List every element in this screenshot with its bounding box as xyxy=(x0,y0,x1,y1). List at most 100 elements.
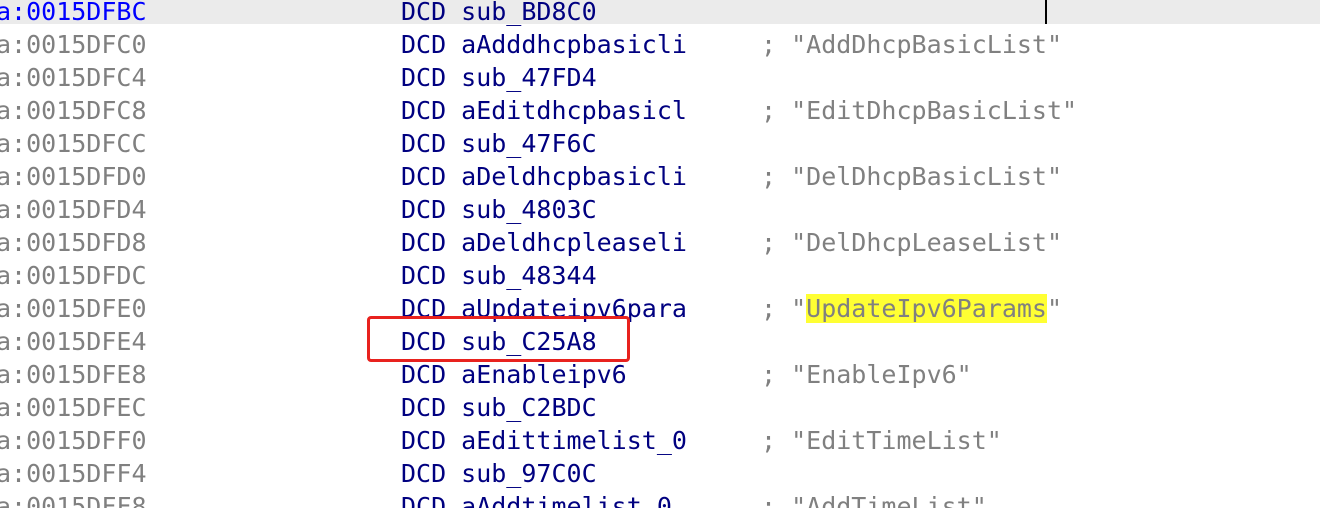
row-comment: ; "AddDhcpBasicList" xyxy=(761,28,1062,61)
row-mnemonic[interactable]: DCD xyxy=(401,459,446,488)
row-address[interactable]: a:0015DFD8 xyxy=(0,226,147,259)
row-instruction: DCD aDeldhcpleaseli xyxy=(401,226,687,259)
row-operand[interactable]: sub_47F6C xyxy=(461,129,596,158)
comment-text: ; "DelDhcpBasicList" xyxy=(761,162,1063,191)
listing-row[interactable]: a:0015DFE8 DCD aEnableipv6 ; "EnableIpv6" xyxy=(0,358,1320,391)
row-operand[interactable]: aEditdhcpbasicl xyxy=(461,96,687,125)
row-address[interactable]: a:0015DFEC xyxy=(0,391,147,424)
row-address[interactable]: a:0015DFC0 xyxy=(0,28,147,61)
row-instruction: DCD sub_47F6C xyxy=(401,127,597,160)
row-operand[interactable]: sub_97C0C xyxy=(461,459,596,488)
listing-row[interactable]: a:0015DFC8 DCD aEditdhcpbasicl ; "EditDhcpB… xyxy=(0,94,1320,127)
comment-text: ; "EditDhcpBasicList" xyxy=(761,96,1078,125)
row-mnemonic[interactable]: DCD xyxy=(401,492,446,508)
row-mnemonic[interactable]: DCD xyxy=(401,195,446,224)
row-operand[interactable]: aUpdateipv6para xyxy=(461,294,687,323)
listing-row[interactable]: a:0015DFEC DCD sub_C2BDC xyxy=(0,391,1320,424)
row-instruction: DCD sub_48344 xyxy=(401,259,597,292)
row-instruction: DCD sub_4803C xyxy=(401,193,597,226)
listing-row[interactable]: a:0015DFC0 DCD aAdddhcpbasicli ; "AddDhcpBa… xyxy=(0,28,1320,61)
row-instruction: DCD aDeldhcpbasicli xyxy=(401,160,687,193)
row-comment: ; "DelDhcpBasicList" xyxy=(761,160,1062,193)
text-cursor xyxy=(1045,0,1047,24)
listing-row[interactable]: a:0015DFDC DCD sub_48344 xyxy=(0,259,1320,292)
row-instruction: DCD aAdddhcpbasicli xyxy=(401,28,687,61)
row-operand[interactable]: sub_4803C xyxy=(461,195,596,224)
row-address[interactable]: a:0015DFBC xyxy=(0,0,147,24)
listing-row[interactable]: a:0015DFC4 DCD sub_47FD4 xyxy=(0,61,1320,94)
row-address[interactable]: a:0015DFE4 xyxy=(0,325,147,358)
row-mnemonic[interactable]: DCD xyxy=(401,426,446,455)
row-operand[interactable]: sub_C2BDC xyxy=(461,393,596,422)
row-address[interactable]: a:0015DFC4 xyxy=(0,61,147,94)
row-mnemonic[interactable]: DCD xyxy=(401,162,446,191)
row-comment: ; "UpdateIpv6Params" xyxy=(761,292,1062,325)
row-instruction: DCD aEnableipv6 xyxy=(401,358,627,391)
row-operand[interactable]: aEdittimelist_0 xyxy=(461,426,687,455)
row-address[interactable]: a:0015DFF4 xyxy=(0,457,147,490)
row-mnemonic[interactable]: DCD xyxy=(401,63,446,92)
row-instruction: DCD sub_C25A8 xyxy=(401,325,597,358)
row-operand[interactable]: aEnableipv6 xyxy=(461,360,627,389)
row-mnemonic[interactable]: DCD xyxy=(401,228,446,257)
row-address[interactable]: a:0015DFD0 xyxy=(0,160,147,193)
comment-text-suffix: " xyxy=(1046,294,1063,323)
listing-row[interactable]: a:0015DFF0 DCD aEdittimelist_0 ; "EditTimeL… xyxy=(0,424,1320,457)
listing-row[interactable]: a:0015DFF8 DCD aAddtimelist_0 ; "AddTimeLis… xyxy=(0,490,1320,508)
comment-text: ; "EnableIpv6" xyxy=(761,360,972,389)
row-address[interactable]: a:0015DFDC xyxy=(0,259,147,292)
comment-text: ; "AddTimeList" xyxy=(761,492,987,508)
row-operand[interactable]: sub_C25A8 xyxy=(461,327,596,356)
row-mnemonic[interactable]: DCD xyxy=(401,129,446,158)
row-instruction: DCD sub_C2BDC xyxy=(401,391,597,424)
row-instruction: DCD sub_BD8C0 xyxy=(401,0,597,24)
listing-row[interactable]: a:0015DFE0 DCD aUpdateipv6para ; "UpdateIpv… xyxy=(0,292,1320,325)
row-instruction: DCD aEdittimelist_0 xyxy=(401,424,687,457)
row-address[interactable]: a:0015DFE8 xyxy=(0,358,147,391)
row-address[interactable]: a:0015DFE0 xyxy=(0,292,147,325)
row-instruction: DCD sub_47FD4 xyxy=(401,61,597,94)
row-mnemonic[interactable]: DCD xyxy=(401,0,446,26)
row-instruction: DCD aEditdhcpbasicl xyxy=(401,94,687,127)
row-mnemonic[interactable]: DCD xyxy=(401,294,446,323)
comment-text: ; " xyxy=(761,294,807,323)
row-operand[interactable]: aAddtimelist_0 xyxy=(461,492,672,508)
listing-row[interactable]: a:0015DFD4 DCD sub_4803C xyxy=(0,193,1320,226)
listing-row[interactable]: a:0015DFD0 DCD aDeldhcpbasicli ; "DelDhcpBa… xyxy=(0,160,1320,193)
row-address[interactable]: a:0015DFD4 xyxy=(0,193,147,226)
row-address[interactable]: a:0015DFCC xyxy=(0,127,147,160)
comment-text: ; "EditTimeList" xyxy=(761,426,1002,455)
row-mnemonic[interactable]: DCD xyxy=(401,96,446,125)
search-highlight[interactable]: UpdateIpv6Params xyxy=(806,294,1047,323)
row-mnemonic[interactable]: DCD xyxy=(401,327,446,356)
row-operand[interactable]: sub_47FD4 xyxy=(461,63,596,92)
row-comment: ; "EditDhcpBasicList" xyxy=(761,94,1077,127)
row-operand[interactable]: aDeldhcpleaseli xyxy=(461,228,687,257)
row-operand[interactable]: sub_48344 xyxy=(461,261,596,290)
row-comment: ; "AddTimeList" xyxy=(761,490,987,508)
comment-text: ; "AddDhcpBasicList" xyxy=(761,30,1063,59)
row-instruction: DCD aAddtimelist_0 xyxy=(401,490,672,508)
listing-row[interactable]: a:0015DFF4 DCD sub_97C0C xyxy=(0,457,1320,490)
comment-text: ; "DelDhcpLeaseList" xyxy=(761,228,1063,257)
row-address[interactable]: a:0015DFC8 xyxy=(0,94,147,127)
row-mnemonic[interactable]: DCD xyxy=(401,261,446,290)
row-address[interactable]: a:0015DFF8 xyxy=(0,490,147,508)
row-mnemonic[interactable]: DCD xyxy=(401,360,446,389)
row-operand[interactable]: aAdddhcpbasicli xyxy=(461,30,687,59)
listing-row[interactable]: a:0015DFCC DCD sub_47F6C xyxy=(0,127,1320,160)
row-instruction: DCD aUpdateipv6para xyxy=(401,292,687,325)
row-operand[interactable]: aDeldhcpbasicli xyxy=(461,162,687,191)
row-address[interactable]: a:0015DFF0 xyxy=(0,424,147,457)
row-comment: ; "DelDhcpLeaseList" xyxy=(761,226,1062,259)
row-operand[interactable]: sub_BD8C0 xyxy=(461,0,596,26)
listing-row[interactable]: a:0015DFBC DCD sub_BD8C0 xyxy=(0,0,1320,24)
row-mnemonic[interactable]: DCD xyxy=(401,393,446,422)
row-instruction: DCD sub_97C0C xyxy=(401,457,597,490)
listing-row[interactable]: a:0015DFD8 DCD aDeldhcpleaseli ; "DelDhcpLe… xyxy=(0,226,1320,259)
row-comment: ; "EditTimeList" xyxy=(761,424,1002,457)
listing-row[interactable]: a:0015DFE4 DCD sub_C25A8 xyxy=(0,325,1320,358)
disassembly-view[interactable]: a:0015DFBC DCD sub_BD8C0 a:0015DFC0 DCD aAddd… xyxy=(0,0,1320,508)
row-comment: ; "EnableIpv6" xyxy=(761,358,972,391)
row-mnemonic[interactable]: DCD xyxy=(401,30,446,59)
